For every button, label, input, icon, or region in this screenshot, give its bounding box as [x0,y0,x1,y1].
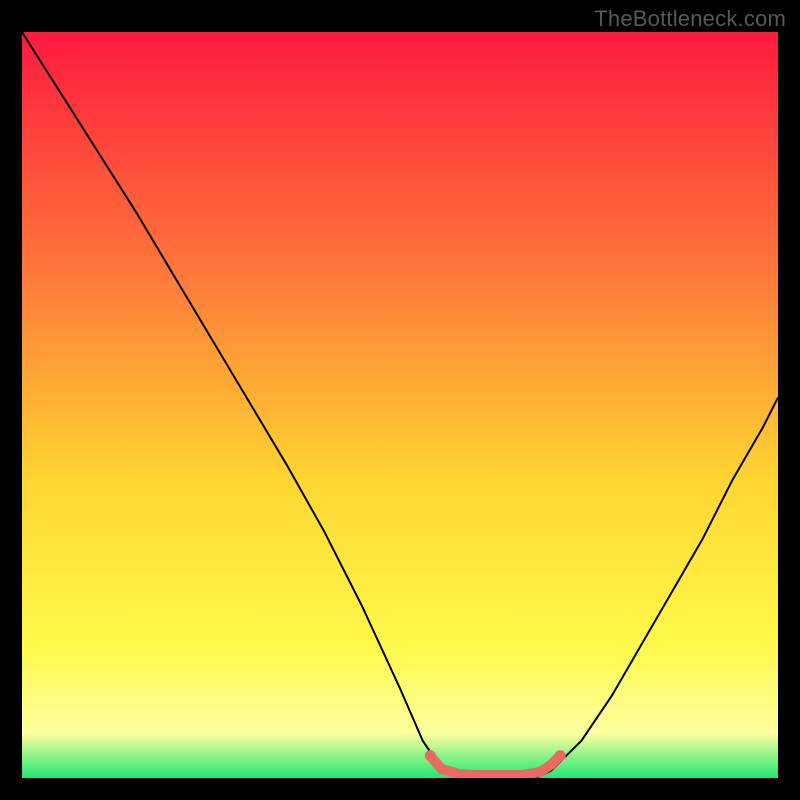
watermark-text: TheBottleneck.com [594,6,786,32]
optimal-range-end-dot [555,750,566,761]
optimal-range-start-dot [425,750,436,761]
chart-frame: TheBottleneck.com [0,0,800,800]
gradient-background [22,32,778,778]
chart-svg [22,32,778,778]
bottleneck-chart [22,32,778,778]
